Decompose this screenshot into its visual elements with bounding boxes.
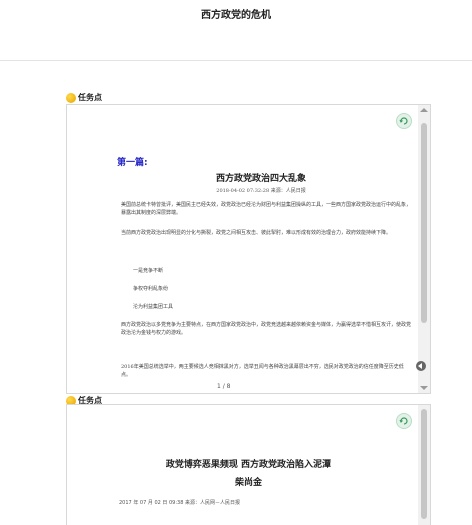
- document-viewer-1[interactable]: 第一篇: 西方政党政治四大乱象 2018-04-02 07:32:28 来源：人…: [66, 104, 431, 394]
- doc-title: 西方政党政治四大乱象: [215, 174, 306, 184]
- doc-paragraph: 2016年美国总统选举中，两主要候选人竞相抹黑对方，选举丑闻与各种政治黑幕层出不…: [121, 364, 404, 378]
- doc-title: 政党博弈恶果频现 西方政党政治陷入泥潭: [165, 460, 332, 470]
- task-heading-1: 任务点: [66, 92, 102, 103]
- task-heading-label: 任务点: [78, 93, 102, 102]
- scroll-thumb[interactable]: [421, 409, 427, 519]
- page-title: 西方政党的危机: [201, 10, 271, 21]
- page-indicator: 1 / 8: [217, 383, 231, 390]
- collapse-arrow-button[interactable]: [416, 361, 426, 371]
- doc-paragraph: 西方政党政治以多党竞争为主要特点，在西方国家政党政治中，政党竞选越来越依赖资金与…: [121, 322, 412, 336]
- scroll-up-arrow-icon[interactable]: [420, 108, 428, 112]
- doc-line: 一是竞争不断: [133, 268, 164, 274]
- doc-meta: 2018-04-02 07:32:28 来源：人民日报: [216, 188, 306, 194]
- doc-paragraph: 美国前总统卡特曾批评，美国民主已经失效，政党政治已经沦为财团与利益集团操纵的工具…: [121, 202, 412, 216]
- scroll-thumb[interactable]: [421, 123, 427, 323]
- scroll-down-arrow-icon[interactable]: [420, 386, 428, 390]
- doc-author: 柴尚金: [234, 478, 262, 488]
- vertical-scrollbar[interactable]: [418, 405, 430, 525]
- task-point-icon: [66, 92, 76, 103]
- doc-meta: 2017 年 07 月 02 日 09:38 来源：人民网－人民日报: [119, 500, 240, 506]
- refresh-button[interactable]: [396, 413, 412, 429]
- refresh-button[interactable]: [396, 113, 412, 129]
- document-viewer-2[interactable]: 政党博弈恶果频现 西方政党政治陷入泥潭 柴尚金 2017 年 07 月 02 日…: [66, 404, 431, 525]
- refresh-icon: [399, 117, 408, 125]
- doc-paragraph: 当前西方政党政治出现明显的分化与撕裂，政党之间相互攻击、彼此掣肘，难以形成有效的…: [121, 230, 392, 236]
- refresh-icon: [399, 417, 408, 425]
- doc-line: 沦为利益集团工具: [133, 304, 174, 310]
- vertical-scrollbar[interactable]: [418, 105, 430, 393]
- section-label: 第一篇:: [117, 158, 148, 168]
- header-divider: [0, 60, 472, 61]
- doc-line: 争权夺利乱象纷: [133, 286, 169, 292]
